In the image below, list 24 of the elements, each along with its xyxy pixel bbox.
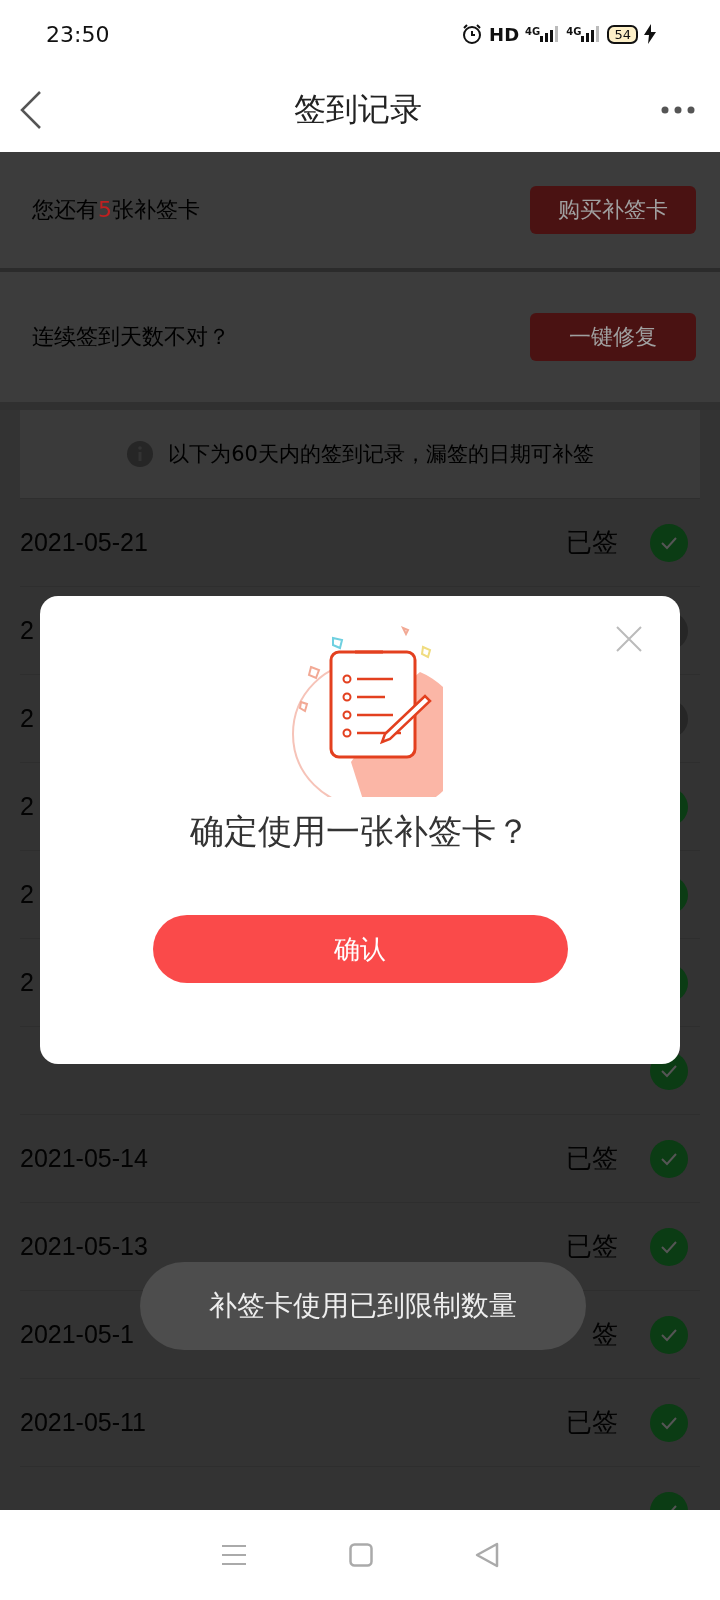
back-icon[interactable]: [20, 90, 42, 130]
alarm-icon: [461, 23, 484, 45]
notice-text: 以下为60天内的签到记录，漏签的日期可补签: [168, 441, 594, 468]
status-time: 23:50: [46, 21, 110, 47]
signal-icon: [540, 26, 561, 42]
home-icon[interactable]: [349, 1543, 373, 1567]
more-icon[interactable]: [660, 105, 696, 115]
buy-card-button[interactable]: 购买补签卡: [530, 186, 696, 234]
menu-icon[interactable]: [221, 1544, 247, 1566]
toast-message: 补签卡使用已到限制数量: [140, 1262, 586, 1350]
hd-label: HD: [489, 23, 520, 45]
network-label: 4G: [525, 26, 541, 37]
repair-prompt: 连续签到天数不对？: [32, 323, 230, 351]
close-icon[interactable]: [616, 626, 642, 652]
signal-icon: [581, 26, 602, 42]
network-label: 4G: [566, 26, 582, 37]
back-nav-icon[interactable]: [475, 1542, 499, 1568]
card-count-text: 您还有5张补签卡: [32, 196, 200, 224]
battery-level: 54: [607, 24, 638, 44]
charging-icon: [644, 24, 656, 44]
repair-button[interactable]: 一键修复: [530, 313, 696, 361]
dialog-title: 确定使用一张补签卡？: [190, 810, 530, 853]
confirm-button[interactable]: 确认: [152, 915, 568, 983]
page-title: 签到记录: [294, 89, 422, 130]
